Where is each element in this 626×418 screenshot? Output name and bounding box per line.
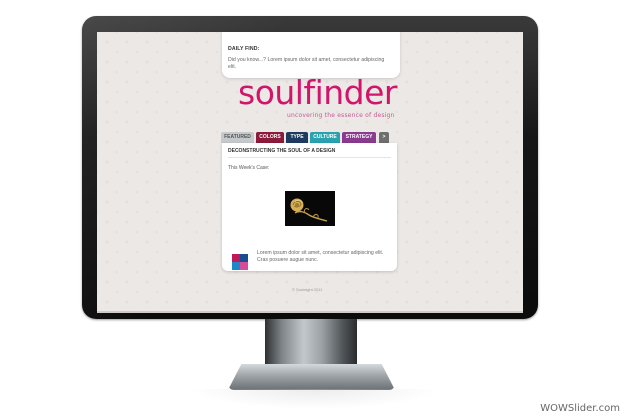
tab-strategy-label: STRATEGY (345, 134, 373, 140)
tab-culture[interactable]: CULTURE (310, 132, 340, 143)
tab-colors-label: COLORS (259, 134, 281, 140)
tab-colors[interactable]: COLORS (256, 132, 284, 143)
monitor-stand-base (228, 364, 395, 390)
tab-next-arrow[interactable]: > (379, 132, 389, 143)
monitor-bezel: DAILY FIND: Did you know...? Lorem ipsum… (82, 16, 538, 319)
tab-strategy[interactable]: STRATEGY (342, 132, 376, 143)
screen: DAILY FIND: Did you know...? Lorem ipsum… (97, 32, 523, 313)
tab-culture-label: CULTURE (313, 134, 337, 140)
swatch-pink (240, 262, 248, 270)
featured-image[interactable] (285, 191, 335, 226)
daily-find-title: DAILY FIND: (228, 46, 260, 52)
tab-next-label: > (382, 134, 386, 140)
stand-reflection (190, 389, 440, 409)
screen-bottom-edge (97, 311, 523, 313)
daily-find-panel: DAILY FIND: Did you know...? Lorem ipsum… (222, 32, 400, 78)
article-divider (228, 157, 391, 158)
tab-type-label: TYPE (290, 134, 304, 140)
watermark: WOWSlider.com (540, 403, 620, 414)
article-card: DECONSTRUCTING THE SOUL OF A DESIGN This… (222, 143, 397, 271)
site-tagline: uncovering the essence of design (287, 112, 395, 119)
article-text: Lorem ipsum dolor sit amet, consectetur … (257, 250, 384, 263)
article-heading: DECONSTRUCTING THE SOUL OF A DESIGN (228, 148, 336, 154)
swatch-navy (240, 254, 248, 262)
site-footer: © Soulnight 2011 (292, 287, 323, 292)
article-subheading: This Week's Case: (228, 165, 270, 171)
tab-type[interactable]: TYPE (286, 132, 308, 143)
swatch-magenta (232, 254, 240, 262)
tab-featured[interactable]: FEATURED (221, 132, 254, 143)
swatch-blue (232, 262, 240, 270)
tab-featured-label: FEATURED (224, 134, 251, 140)
golden-rose-icon (290, 198, 328, 222)
site-logo[interactable]: soulfinder (238, 76, 398, 109)
daily-find-text: Did you know...? Lorem ipsum dolor sit a… (228, 57, 385, 70)
